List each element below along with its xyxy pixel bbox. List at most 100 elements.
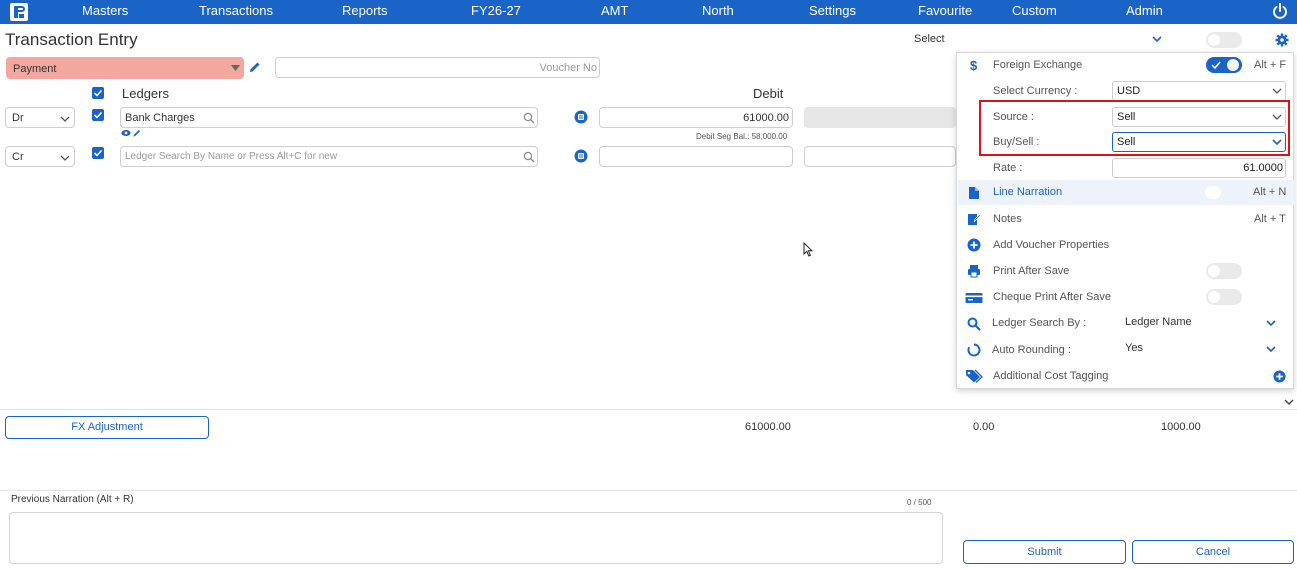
- tags-icon: [966, 369, 983, 383]
- buy-sell-value: Sell: [1117, 136, 1136, 148]
- document-icon: [969, 187, 979, 199]
- select-toggle[interactable]: [1206, 32, 1242, 48]
- drcr-value: Cr: [12, 151, 24, 163]
- source-value: Sell: [1117, 111, 1136, 123]
- chevron-down-icon: [1272, 139, 1282, 146]
- info-circle-icon[interactable]: [574, 149, 588, 163]
- nav-settings[interactable]: Settings: [809, 0, 856, 24]
- notes-edit-icon: [968, 214, 981, 225]
- nav-admin[interactable]: Admin: [1126, 0, 1163, 24]
- drcr-select[interactable]: Cr: [5, 146, 75, 167]
- debit-amount-input[interactable]: 61000.00: [599, 107, 793, 128]
- edit-pencil-icon[interactable]: [133, 129, 141, 137]
- total-debit: 61000.00: [745, 421, 791, 433]
- info-circle-icon[interactable]: [574, 110, 588, 124]
- caret-down-icon: [231, 65, 240, 71]
- print-after-save-label: Print After Save: [993, 265, 1070, 277]
- voucher-number-placeholder: Voucher No: [539, 62, 597, 74]
- ledger-input[interactable]: Bank Charges: [120, 107, 538, 128]
- credit-amount-input[interactable]: [804, 146, 956, 167]
- notes-shortcut: Alt + T: [1254, 213, 1286, 225]
- eye-icon[interactable]: [121, 129, 131, 137]
- buy-sell-select[interactable]: Sell: [1112, 132, 1286, 152]
- notes-label[interactable]: Notes: [993, 213, 1022, 225]
- page-title: Transaction Entry: [5, 30, 138, 49]
- plus-circle-icon: [967, 238, 981, 252]
- rate-input[interactable]: 61.0000: [1112, 158, 1286, 178]
- line-narration-toggle[interactable]: [1205, 186, 1221, 199]
- source-select[interactable]: Sell: [1112, 107, 1286, 127]
- auto-rounding-label: Auto Rounding :: [992, 344, 1071, 356]
- debit-amount-value: 61000.00: [743, 112, 789, 124]
- printer-icon: [968, 265, 980, 278]
- fx-adjustment-button[interactable]: FX Adjustment: [5, 416, 209, 439]
- select-label: Select: [914, 33, 945, 45]
- chevron-down-icon: [1272, 114, 1282, 120]
- settings-panel: $ Foreign Exchange Alt + F Select Curren…: [956, 52, 1294, 389]
- chevron-down-icon: [1272, 88, 1282, 94]
- nav-masters[interactable]: Masters: [82, 0, 128, 24]
- divider: [0, 409, 1297, 410]
- narration-char-count: 0 / 500: [907, 498, 932, 507]
- power-icon[interactable]: [1271, 2, 1289, 20]
- search-icon: [967, 317, 981, 331]
- print-after-save-toggle[interactable]: [1206, 263, 1242, 279]
- voucher-type-select[interactable]: Payment: [6, 57, 244, 79]
- nav-fiscal-year[interactable]: FY26-27: [471, 0, 521, 24]
- row-checkbox[interactable]: [92, 109, 104, 121]
- ledger-search-by-value[interactable]: Ledger Name: [1125, 316, 1192, 328]
- dollar-icon: $: [970, 58, 978, 72]
- chevron-down-icon[interactable]: [1265, 343, 1277, 355]
- previous-narration-label[interactable]: Previous Narration (Alt + R): [11, 494, 134, 505]
- additional-cost-tagging-label: Additional Cost Tagging: [993, 370, 1109, 382]
- mouse-cursor-icon: [803, 242, 813, 257]
- add-voucher-properties-label[interactable]: Add Voucher Properties: [993, 239, 1109, 251]
- select-currency-label: Select Currency :: [993, 85, 1078, 97]
- plus-circle-icon[interactable]: [1273, 370, 1286, 383]
- foreign-exchange-toggle[interactable]: [1206, 57, 1242, 73]
- line-narration-shortcut: Alt + N: [1253, 186, 1287, 198]
- nav-reports[interactable]: Reports: [342, 0, 388, 24]
- search-icon[interactable]: [523, 112, 535, 124]
- auto-rounding-value[interactable]: Yes: [1125, 342, 1143, 354]
- nav-favourite[interactable]: Favourite: [918, 0, 972, 24]
- rate-value: 61.0000: [1243, 162, 1283, 174]
- chevron-down-icon: [60, 155, 70, 161]
- search-icon[interactable]: [523, 151, 535, 163]
- gear-icon[interactable]: [1275, 33, 1289, 47]
- total-difference: 1000.00: [1161, 421, 1201, 433]
- submit-button[interactable]: Submit: [963, 540, 1126, 564]
- scroll-down-icon[interactable]: [1284, 398, 1294, 406]
- nav-custom[interactable]: Custom: [1012, 0, 1057, 24]
- chevron-down-icon[interactable]: [1265, 317, 1277, 329]
- narration-textarea[interactable]: [9, 512, 943, 564]
- debit-segment-balance: Debit Seg Bal.: 58,000.00: [696, 132, 788, 141]
- cancel-button[interactable]: Cancel: [1132, 540, 1294, 564]
- app-logo-icon[interactable]: [10, 3, 28, 21]
- ledger-search-by-label: Ledger Search By :: [992, 317, 1087, 329]
- nav-transactions[interactable]: Transactions: [199, 0, 273, 24]
- ledger-search-input[interactable]: Ledger Search By Name or Press Alt+C for…: [120, 146, 538, 167]
- source-label: Source :: [993, 111, 1034, 123]
- voucher-type-value: Payment: [13, 63, 57, 75]
- top-nav-bar: Masters Transactions Reports FY26-27 AMT…: [0, 0, 1297, 24]
- line-narration-label: Line Narration: [993, 186, 1063, 198]
- buy-sell-label: Buy/Sell :: [993, 136, 1040, 148]
- currency-value: USD: [1117, 85, 1141, 97]
- nav-north[interactable]: North: [702, 0, 734, 24]
- row-checkbox[interactable]: [92, 147, 104, 159]
- chevron-down-icon[interactable]: [1151, 34, 1163, 44]
- drcr-select[interactable]: Dr: [5, 107, 75, 128]
- rate-label: Rate :: [993, 162, 1023, 174]
- cheque-print-after-save-toggle[interactable]: [1206, 289, 1242, 305]
- debit-amount-input[interactable]: [599, 146, 793, 167]
- currency-select[interactable]: USD: [1112, 81, 1286, 101]
- voucher-number-input[interactable]: Voucher No: [275, 57, 600, 78]
- divider: [0, 490, 1297, 491]
- drcr-value: Dr: [12, 112, 24, 124]
- rounding-circle-icon: [967, 343, 981, 357]
- nav-amt[interactable]: AMT: [601, 0, 628, 24]
- total-credit: 0.00: [973, 421, 995, 433]
- select-all-checkbox[interactable]: [92, 87, 104, 99]
- edit-pencil-icon[interactable]: [249, 61, 261, 73]
